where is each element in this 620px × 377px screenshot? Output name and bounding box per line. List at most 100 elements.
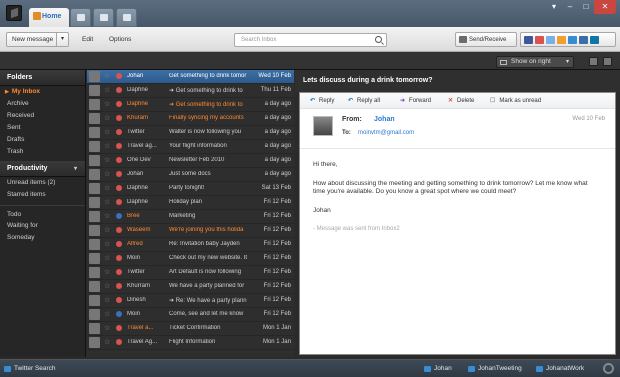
sidebar-item-someday[interactable]: Someday — [0, 232, 85, 244]
sidebar-item-unread[interactable]: Unread items (2) — [0, 177, 85, 189]
account-johan[interactable]: Johan — [424, 365, 452, 372]
reply-button[interactable]: ↶ Reply — [310, 97, 334, 104]
message-subject-line: Newsletter Feb 2010 — [169, 157, 225, 163]
sidebar-item-waiting-for[interactable]: Waiting for — [0, 220, 85, 232]
star-icon[interactable]: ☆ — [104, 170, 110, 178]
account-johantweeting[interactable]: JohanTweeting — [468, 365, 522, 372]
close-button[interactable]: ✕ — [594, 0, 616, 14]
message-row[interactable]: ☆ Moin Check out my new website. It Fri 12 … — [87, 252, 294, 266]
message-row[interactable]: ☆ Daphne ➜ Get something to drink to a day … — [87, 98, 294, 112]
list-view-icon[interactable] — [589, 57, 598, 66]
message-row[interactable]: ☆ Daphne Party tonight! Sat 13 Feb — [87, 182, 294, 196]
star-icon[interactable]: ☆ — [104, 268, 110, 276]
send-receive-button[interactable]: Send/Receive — [455, 32, 517, 47]
message-row[interactable]: ☆ Alfred Re: Invitation baby Jayden Fri 12 … — [87, 238, 294, 252]
minimize-button[interactable]: – — [562, 0, 578, 14]
message-row[interactable]: ☆ Moin Come, see and let me know Fri 12 Feb — [87, 308, 294, 322]
send-receive-icon — [459, 36, 467, 43]
dropdown-icon[interactable]: ▾ — [546, 0, 562, 14]
message-date: Fri 12 Feb — [263, 199, 291, 205]
grid-view-icon[interactable] — [603, 57, 612, 66]
maximize-button[interactable]: □ — [578, 0, 594, 14]
message-row[interactable]: ☆ Twitter Art Default is now following Fri … — [87, 266, 294, 280]
twitter-icon[interactable] — [568, 36, 577, 44]
message-row[interactable]: ☆ Dinesh ➜ Re: We have a party plann Fri 12… — [87, 294, 294, 308]
mark-unread-button[interactable]: ☐ Mark as unread — [490, 97, 541, 104]
message-date: Fri 12 Feb — [263, 311, 291, 317]
sidebar-item-todo[interactable]: Todo — [0, 205, 85, 220]
star-icon[interactable]: ☆ — [104, 142, 110, 150]
star-icon[interactable]: ☆ — [104, 128, 110, 136]
star-icon[interactable]: ☆ — [104, 324, 110, 332]
sidebar-item-received[interactable]: Received — [0, 110, 85, 122]
message-row[interactable]: ☆ Bree Marketing Fri 12 Feb — [87, 210, 294, 224]
message-row[interactable]: ☆ Khuram Finally syncing my accounts a day … — [87, 112, 294, 126]
new-message-button[interactable]: New message ▾ — [6, 32, 69, 47]
star-icon[interactable]: ☆ — [104, 100, 110, 108]
star-icon[interactable]: ☆ — [104, 198, 110, 206]
sidebar-item-archive[interactable]: Archive — [0, 98, 85, 110]
tab-documents[interactable] — [93, 8, 114, 27]
chevron-down-icon[interactable]: ▾ — [56, 33, 68, 46]
star-icon[interactable]: ☆ — [104, 338, 110, 346]
star-icon[interactable]: ☆ — [104, 296, 110, 304]
hyves-icon[interactable] — [546, 36, 555, 44]
reply-all-button[interactable]: ↶ Reply all — [348, 97, 380, 104]
sidebar-item-sent[interactable]: Sent — [0, 122, 85, 134]
search-input[interactable]: Search Inbox — [234, 33, 387, 47]
star-icon[interactable]: ☆ — [104, 240, 110, 248]
message-row[interactable]: ☆ Daphne Holiday plan Fri 12 Feb — [87, 196, 294, 210]
reading-pane: ↶ Reply ↶ Reply all ➜ Forward ✕ Delete ☐ Mark… — [299, 92, 616, 355]
message-row[interactable]: ☆ One Dev Newsletter Feb 2010 a day ago — [87, 154, 294, 168]
tab-home[interactable]: Home — [29, 8, 69, 27]
star-icon[interactable]: ☆ — [104, 72, 110, 80]
star-icon[interactable]: ☆ — [104, 254, 110, 262]
edit-menu[interactable]: Edit — [82, 36, 93, 43]
message-row[interactable]: ☆ Twitter Walter is now following you a day… — [87, 126, 294, 140]
delete-button[interactable]: ✕ Delete — [448, 97, 474, 104]
star-icon[interactable]: ☆ — [104, 310, 110, 318]
productivity-heading[interactable]: Productivity ▾ — [0, 161, 85, 177]
twitter-search-button[interactable]: Twitter Search — [0, 359, 86, 377]
message-from: Alfred — [127, 241, 143, 247]
star-icon[interactable]: ☆ — [104, 226, 110, 234]
star-icon[interactable]: ☆ — [104, 212, 110, 220]
star-icon[interactable]: ☆ — [104, 114, 110, 122]
sidebar-item-drafts[interactable]: Drafts — [0, 134, 85, 146]
message-row[interactable]: ☆ Travel Ag... Flight Information Mon 1 Jan — [87, 336, 294, 350]
gmail-icon[interactable] — [535, 36, 544, 44]
search-icon[interactable] — [375, 36, 382, 43]
sidebar-item-my-inbox[interactable]: ▶ My Inbox — [0, 86, 85, 98]
sidebar-item-starred[interactable]: Starred items — [0, 189, 85, 201]
forward-button[interactable]: ➜ Forward — [400, 97, 431, 104]
message-row[interactable]: ☆ Khurram We have a party planned for Fri 1… — [87, 280, 294, 294]
message-row[interactable]: ☆ Johan Get something to drink tomor Wed 10… — [87, 70, 294, 84]
tab-images[interactable] — [116, 8, 137, 27]
star-icon[interactable]: ☆ — [104, 282, 110, 290]
message-footer: - Message was sent from Inbox2 — [313, 226, 400, 232]
star-icon[interactable]: ☆ — [104, 156, 110, 164]
message-row[interactable]: ☆ Waseem We're joining you this holida Fri … — [87, 224, 294, 238]
hotmail-icon[interactable] — [579, 36, 588, 44]
sidebar-item-trash[interactable]: Trash — [0, 146, 85, 158]
from-value[interactable]: Johan — [374, 116, 395, 123]
status-dot-icon — [116, 73, 122, 79]
show-on-right-select[interactable]: Show on right ▾ — [496, 56, 574, 68]
linkedin-icon[interactable] — [590, 36, 599, 44]
to-value[interactable]: moinvtm@gmail.com — [358, 130, 414, 136]
message-row[interactable]: ☆ Johan Just some docs a day ago — [87, 168, 294, 182]
options-menu[interactable]: Options — [109, 36, 131, 43]
message-subject-line: Flight Information — [169, 339, 216, 345]
avatar — [89, 239, 100, 250]
facebook-icon[interactable] — [524, 36, 533, 44]
message-row[interactable]: ☆ Travel a... Ticket Confirmation Mon 1 Jan — [87, 322, 294, 336]
star-icon[interactable]: ☆ — [104, 86, 110, 94]
account-johanatwork[interactable]: JohanatWork — [536, 365, 584, 372]
yahoo-icon[interactable] — [557, 36, 566, 44]
star-icon[interactable]: ☆ — [104, 184, 110, 192]
tab-contacts[interactable] — [70, 8, 91, 27]
message-row[interactable]: ☆ Daphne ➜ Get something to drink to Thu 11… — [87, 84, 294, 98]
avatar — [89, 323, 100, 334]
message-from: Daphne — [127, 87, 149, 93]
message-row[interactable]: ☆ Travel ag... Your flight information a da… — [87, 140, 294, 154]
